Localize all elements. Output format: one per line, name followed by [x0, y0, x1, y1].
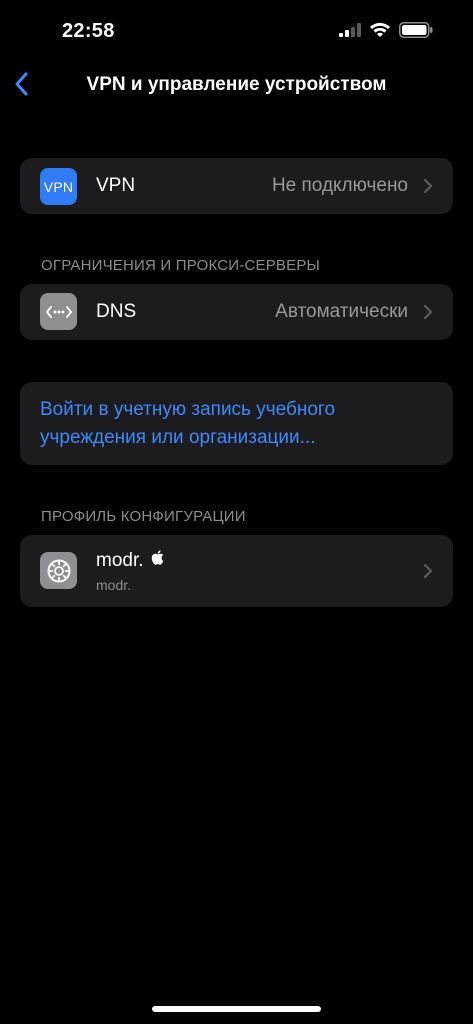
cellular-signal-icon: [339, 23, 361, 42]
battery-icon: [399, 22, 433, 43]
chevron-right-icon: [423, 178, 433, 194]
profile-group: modr. modr.: [20, 535, 453, 607]
dns-value: Автоматически: [275, 301, 408, 322]
status-bar: 22:58: [0, 0, 473, 60]
dns-row[interactable]: DNS Автоматически: [20, 284, 453, 340]
status-time: 22:58: [62, 20, 115, 42]
nav-bar: VPN и управление устройством: [0, 62, 473, 112]
dns-icon: [40, 293, 77, 330]
page-title: VPN и управление устройством: [86, 74, 387, 95]
profile-subtitle: modr.: [96, 577, 132, 593]
profile-row[interactable]: modr. modr.: [20, 535, 453, 607]
vpn-status-value: Не подключено: [271, 175, 408, 196]
settings-gear-icon: [40, 552, 77, 589]
home-indicator[interactable]: [152, 1006, 321, 1012]
dns-label: DNS: [96, 301, 137, 322]
sign-in-group: Войти в учетную запись учебного учрежден…: [20, 382, 453, 465]
vpn-icon: VPN: [40, 168, 77, 205]
sign-in-link[interactable]: Войти в учетную запись учебного учрежден…: [40, 396, 435, 452]
status-icons: [339, 22, 433, 43]
vpn-row[interactable]: VPN VPN Не подключено: [20, 158, 453, 214]
vpn-group: VPN VPN Не подключено: [20, 158, 453, 214]
section-header-profile: ПРОФИЛЬ КОНФИГУРАЦИИ: [41, 508, 246, 525]
chevron-right-icon: [423, 563, 433, 579]
dns-group: DNS Автоматически: [20, 284, 453, 340]
profile-name-line: modr.: [96, 549, 164, 572]
vpn-label: VPN: [96, 175, 136, 196]
apple-logo-icon: [150, 549, 164, 572]
chevron-right-icon: [423, 304, 433, 320]
profile-name: modr.: [96, 549, 144, 571]
wifi-icon: [369, 22, 391, 43]
section-header-proxy: ОГРАНИЧЕНИЯ И ПРОКСИ-СЕРВЕРЫ: [41, 257, 321, 274]
vpn-icon-text: VPN: [43, 178, 74, 195]
